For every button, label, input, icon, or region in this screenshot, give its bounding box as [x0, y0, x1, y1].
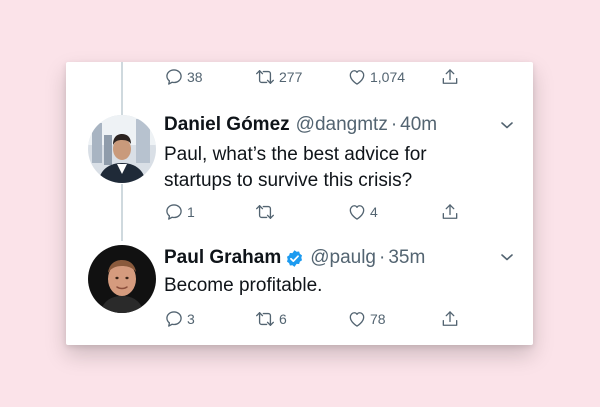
thread-connector-line	[121, 62, 123, 115]
chevron-down-icon[interactable]	[499, 117, 515, 133]
tweet-text: Become profitable.	[164, 275, 323, 296]
tweet-text-line: startups to survive this crisis?	[164, 170, 413, 191]
tweet-text: Paul, what’s the best advice for startup…	[164, 142, 513, 194]
reply-button[interactable]: 3	[164, 307, 195, 331]
reply-button[interactable]: 1	[164, 200, 195, 224]
reply-tweet-action-bar: 1 4	[164, 200, 460, 224]
avatar-daniel-gomez[interactable]	[88, 115, 156, 183]
share-icon	[440, 67, 460, 87]
like-icon	[347, 309, 367, 329]
share-icon	[440, 202, 460, 222]
retweet-icon	[254, 67, 276, 87]
top-tweet-action-bar: 38 277 1,074	[164, 65, 460, 89]
share-button[interactable]	[440, 65, 460, 89]
thread-connector-line	[121, 184, 123, 241]
retweet-icon	[254, 309, 276, 329]
reply-count: 3	[187, 311, 195, 327]
tweet-header: Paul Graham @paulg · 35m	[164, 245, 513, 271]
avatar-paul-graham[interactable]	[88, 245, 156, 313]
retweet-count: 6	[279, 311, 287, 327]
reply-icon	[164, 309, 184, 329]
answer-tweet-content: Paul Graham @paulg · 35m Become profitab…	[164, 245, 513, 299]
user-handle[interactable]: @paulg	[310, 247, 376, 269]
like-icon	[347, 202, 367, 222]
tweet-thread-card: 38 277 1,074 Daniel Gómez @dangmtz · 40m…	[66, 62, 533, 345]
tweet-timestamp[interactable]: 40m	[400, 114, 437, 136]
like-count: 4	[370, 204, 378, 220]
retweet-icon	[254, 202, 276, 222]
like-button[interactable]: 1,074	[347, 65, 405, 89]
reply-button[interactable]: 38	[164, 65, 203, 89]
tweet-text-line: Paul, what’s the best advice for	[164, 144, 427, 165]
display-name[interactable]: Paul Graham	[164, 247, 281, 269]
share-button[interactable]	[440, 200, 460, 224]
tweet-header: Daniel Gómez @dangmtz · 40m	[164, 112, 513, 138]
reply-count: 38	[187, 69, 203, 85]
like-button[interactable]: 78	[347, 307, 386, 331]
separator-dot: ·	[390, 114, 398, 135]
tweet-timestamp[interactable]: 35m	[388, 247, 425, 269]
like-count: 78	[370, 311, 386, 327]
retweet-button[interactable]: 6	[254, 307, 287, 331]
like-button[interactable]: 4	[347, 200, 378, 224]
like-icon	[347, 67, 367, 87]
separator-dot: ·	[379, 247, 386, 268]
like-count: 1,074	[370, 69, 406, 85]
share-button[interactable]	[440, 307, 460, 331]
answer-tweet-action-bar: 3 6 78	[164, 307, 460, 331]
retweet-button[interactable]: 277	[254, 65, 302, 89]
user-handle[interactable]: @dangmtz	[296, 114, 388, 136]
display-name[interactable]: Daniel Gómez	[164, 114, 290, 136]
verified-badge-icon	[285, 249, 304, 268]
chevron-down-icon[interactable]	[499, 249, 515, 265]
reply-icon	[164, 202, 184, 222]
retweet-count: 277	[279, 69, 303, 85]
reply-icon	[164, 67, 184, 87]
reply-tweet-content: Daniel Gómez @dangmtz · 40m Paul, what’s…	[164, 112, 513, 194]
retweet-button[interactable]	[254, 200, 279, 224]
share-icon	[440, 309, 460, 329]
reply-count: 1	[187, 204, 195, 220]
